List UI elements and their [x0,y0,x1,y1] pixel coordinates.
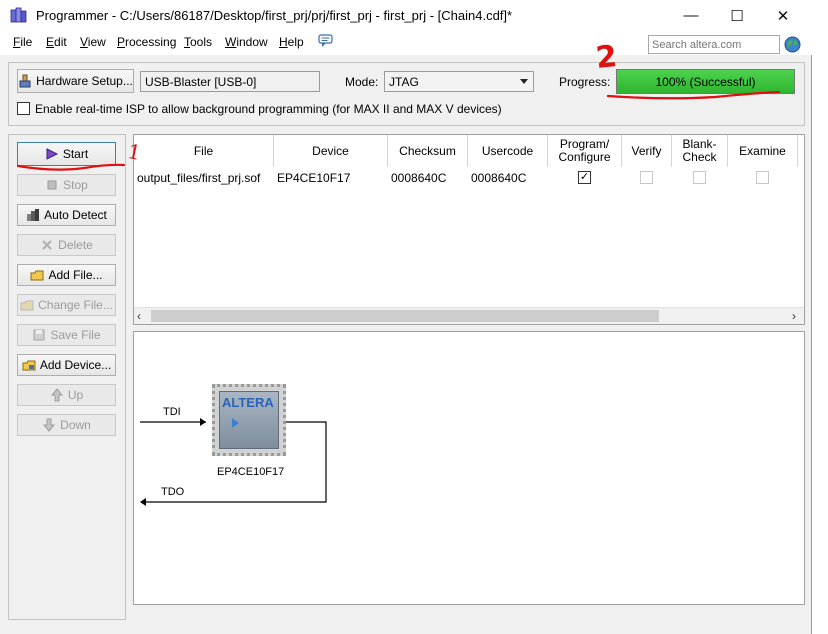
menu-edit[interactable]: Edit [46,35,67,49]
menu-view[interactable]: View [80,35,106,49]
column-header-verify[interactable]: Verify [622,135,672,167]
add-file-button[interactable]: Add File... [17,264,116,286]
globe-icon[interactable] [784,36,801,53]
search-input[interactable] [648,35,780,54]
minimize-button[interactable]: — [668,0,714,31]
stop-button[interactable]: Stop [17,174,116,196]
column-header-program-configure[interactable]: Program/Configure [548,135,622,167]
menu-bar: File Edit View Processing Tools Window H… [0,31,812,55]
chain-diagram-panel: TDI TDO ALTERA EP4CE10F17 [133,331,805,605]
programmer-window: Programmer - C:/Users/86187/Desktop/firs… [0,0,812,634]
file-table-panel: File Device Checksum Usercode Program/Co… [133,134,805,325]
mode-select[interactable]: JTAG [384,71,534,92]
up-label: Up [67,388,84,402]
altera-logo: ALTERA [222,395,274,410]
play-icon [232,418,239,428]
column-header-file[interactable]: File [134,135,274,167]
down-button[interactable]: Down [17,414,116,436]
maximize-button[interactable]: ☐ [714,0,760,31]
add-device-icon [22,358,36,372]
stop-label: Stop [63,178,88,192]
hardware-device-value: USB-Blaster [USB-0] [145,74,257,89]
hardware-setup-button[interactable]: Hardware Setup... [17,69,134,93]
column-header-device[interactable]: Device [274,135,388,167]
isp-checkbox[interactable] [17,102,30,115]
add-file-icon [30,268,44,282]
change-file-icon [20,298,34,312]
delete-icon [40,238,54,252]
tdo-label: TDO [161,486,185,498]
scroll-left-icon[interactable]: ‹ [137,309,141,323]
save-file-icon [32,328,46,342]
row-checksum: 0008640C [391,171,447,185]
column-header-checksum[interactable]: Checksum [388,135,468,167]
auto-detect-icon [26,208,40,222]
column-header-examine[interactable]: Examine [728,135,798,167]
down-label: Down [60,418,91,432]
column-header-usercode[interactable]: Usercode [468,135,548,167]
isp-label: Enable real-time ISP to allow background… [35,102,502,116]
annotation-underline-1 [16,163,126,171]
examine-checkbox[interactable] [756,171,769,184]
program-configure-checkbox[interactable]: ✓ [578,171,591,184]
up-arrow-icon [50,388,64,402]
tdi-label: TDI [163,406,181,418]
delete-label: Delete [58,238,93,252]
row-usercode: 0008640C [471,171,527,185]
menu-file[interactable]: File [13,35,32,49]
auto-detect-label: Auto Detect [44,208,107,222]
progress-label: Progress: [559,75,611,89]
save-file-button[interactable]: Save File [17,324,116,346]
hardware-setup-label: Hardware Setup... [36,74,133,88]
row-file: output_files/first_prj.sof [137,171,261,185]
mode-label: Mode: [345,75,379,89]
up-button[interactable]: Up [17,384,116,406]
hardware-device-field: USB-Blaster [USB-0] [140,71,320,92]
add-device-label: Add Device... [39,358,112,372]
change-file-button[interactable]: Change File... [17,294,116,316]
change-file-label: Change File... [38,298,113,312]
table-row[interactable]: output_files/first_prj.sof EP4CE10F17 00… [134,169,798,187]
maximize-icon: ☐ [730,7,744,25]
app-icon [10,7,28,24]
column-header-blank-check[interactable]: Blank- Check [672,135,728,167]
blank-check-checkbox[interactable] [693,171,706,184]
menu-help[interactable]: Help [279,35,304,49]
menu-tools[interactable]: Tools [184,35,212,49]
add-file-label: Add File... [48,268,103,282]
chip-device-name: EP4CE10F17 [217,466,285,478]
minimize-icon: — [683,7,699,24]
title-bar: Programmer - C:/Users/86187/Desktop/firs… [0,0,812,31]
save-file-label: Save File [50,328,101,342]
close-button[interactable]: ✕ [760,0,806,31]
chevron-down-icon [520,79,528,84]
auto-detect-button[interactable]: Auto Detect [17,204,116,226]
scroll-right-icon[interactable]: › [792,309,796,323]
annotation-underline-2 [606,90,781,100]
hardware-icon [18,74,32,88]
stop-icon [45,178,59,192]
add-device-button[interactable]: Add Device... [17,354,116,376]
row-device: EP4CE10F17 [277,171,351,185]
delete-button[interactable]: Delete [17,234,116,256]
whats-this-icon[interactable] [318,34,334,48]
annotation-mark-2: 2 [594,39,619,76]
menu-processing[interactable]: Processing [117,35,176,49]
close-icon: ✕ [776,7,790,25]
menu-window[interactable]: Window [225,35,268,49]
mode-value: JTAG [389,74,419,89]
device-chip[interactable]: ALTERA [212,384,286,456]
scrollbar-thumb[interactable] [151,310,659,322]
window-title: Programmer - C:/Users/86187/Desktop/firs… [36,8,513,23]
down-arrow-icon [42,418,56,432]
horizontal-scrollbar[interactable]: ‹ › [134,307,804,324]
verify-checkbox[interactable] [640,171,653,184]
